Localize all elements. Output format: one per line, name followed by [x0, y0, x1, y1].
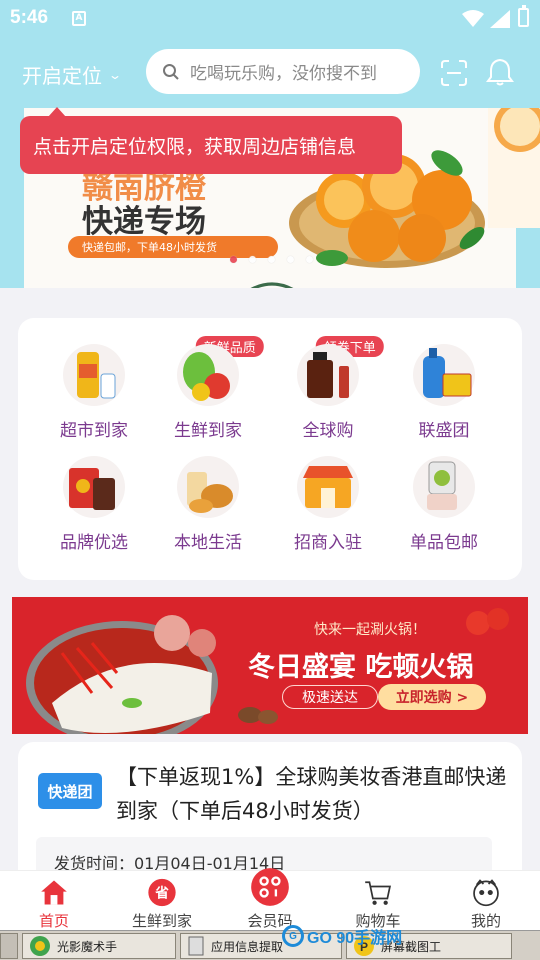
- category-lianshengtuan[interactable]: 联盛团: [394, 318, 494, 441]
- product-tag: 快递团: [38, 773, 102, 809]
- vegetables-icon: [177, 344, 239, 406]
- hotpot-image: [26, 615, 218, 734]
- category-local-life[interactable]: 本地生活: [158, 430, 258, 553]
- cosmetics-icon: [297, 344, 359, 406]
- category-label: 招商入驻: [294, 533, 362, 553]
- promo-buy-button[interactable]: 立即选购 >: [378, 684, 486, 710]
- watermark-logo-icon: G: [282, 925, 304, 947]
- category-grid: 超市到家 新鲜品质 生鲜到家 领券下单 全球购 联盛团 品牌优选 本地生活 招商…: [18, 318, 522, 580]
- app-icon: [188, 936, 204, 956]
- wifi-icon: [462, 10, 484, 27]
- battery-icon: [518, 5, 529, 27]
- category-free-shipping[interactable]: 单品包邮: [394, 430, 494, 553]
- pagination-dot[interactable]: [268, 256, 275, 263]
- site-watermark: G GO 90手游网: [282, 924, 402, 948]
- cart-icon: [365, 881, 391, 905]
- taskbar-label: 光影魔术手: [57, 939, 118, 954]
- tab-home[interactable]: 首页: [0, 871, 108, 931]
- oil-bottle-icon: [63, 344, 125, 406]
- tomato-image: [466, 608, 509, 635]
- blender-icon: [413, 456, 475, 518]
- tab-label: 生鲜到家: [131, 912, 192, 930]
- snack-bag-icon: [63, 456, 125, 518]
- promo-subtitle: 快来一起涮火锅！: [314, 622, 426, 638]
- category-label: 本地生活: [174, 533, 242, 553]
- banner-tagline: 快递包邮，下单48小时发货: [68, 236, 278, 258]
- product-title: 【下单返现1%】全球购美妆香港直邮快递到家（下单后48小时发货）: [116, 765, 507, 823]
- pagination-dot[interactable]: [249, 256, 256, 263]
- category-global[interactable]: 领券下单 全球购: [278, 318, 384, 441]
- app-icon: [30, 936, 50, 956]
- tab-profile[interactable]: 我的: [432, 871, 540, 931]
- product-card[interactable]: 快递团 【下单返现1%】全球购美妆香港直邮快递到家（下单后48小时发货） 发货时…: [18, 742, 522, 887]
- lemon-slice-image: [494, 100, 540, 152]
- category-label: 单品包邮: [410, 533, 478, 553]
- category-supermarket[interactable]: 超市到家: [44, 318, 144, 441]
- pagination-dot[interactable]: [306, 256, 313, 263]
- category-brand[interactable]: 品牌优选: [44, 430, 144, 553]
- province-icon: 省: [148, 878, 176, 907]
- taskbar-item[interactable]: 光影魔术手: [22, 933, 176, 959]
- palm-leaf-decoration: [250, 282, 294, 288]
- watermark-text: GO 90手游网: [307, 930, 403, 947]
- scan-icon[interactable]: [440, 59, 468, 87]
- svg-text:省: 省: [154, 885, 169, 902]
- search-placeholder: 吃喝玩乐购，没你搜不到: [190, 64, 377, 84]
- fried-chicken-icon: [177, 456, 239, 518]
- search-icon: [163, 63, 179, 80]
- home-icon: [41, 880, 67, 905]
- location-label: 开启定位: [22, 64, 102, 88]
- pagination-dot[interactable]: [230, 256, 237, 263]
- profile-icon: [473, 879, 499, 907]
- category-label: 品牌优选: [60, 533, 128, 553]
- signal-icon: [490, 10, 510, 28]
- chevron-down-icon: ⌄: [107, 67, 123, 82]
- detergent-icon: [413, 344, 475, 406]
- storefront-icon: [297, 456, 359, 518]
- location-selector[interactable]: 开启定位 ⌄: [22, 60, 123, 89]
- hotpot-promo-banner[interactable]: 快来一起涮火锅！ 冬日盛宴 吃顿火锅 极速送达 立即选购 >: [12, 597, 528, 734]
- search-bar[interactable]: 吃喝玩乐购，没你搜不到: [146, 49, 420, 94]
- top-header: 开启定位 ⌄ 吃喝玩乐购，没你搜不到: [0, 40, 540, 108]
- notification-icon: A: [72, 11, 86, 26]
- location-permission-tooltip[interactable]: 点击开启定位权限，获取周边店铺信息: [20, 107, 402, 174]
- bell-icon[interactable]: [485, 57, 515, 87]
- promo-delivery-pill: 极速送达: [282, 685, 378, 709]
- taskbar-start-button[interactable]: [0, 933, 18, 959]
- tab-fresh[interactable]: 省 生鲜到家: [108, 871, 216, 931]
- member-code-icon: [251, 868, 289, 906]
- status-bar: 5:46 A: [0, 0, 540, 40]
- pagination-dot[interactable]: [287, 256, 294, 263]
- banner-title-line2: 快递专场: [82, 204, 206, 240]
- category-fresh[interactable]: 新鲜品质 生鲜到家: [158, 318, 264, 441]
- status-time: 5:46: [10, 7, 49, 28]
- tab-member-code[interactable]: 会员码: [216, 868, 324, 931]
- taskbar-label: 应用信息提取: [211, 939, 284, 954]
- tab-label: 首页: [38, 912, 69, 930]
- bottom-tab-bar: 首页 省 生鲜到家 会员码 购物车 我的: [0, 868, 540, 931]
- tab-label: 我的: [470, 912, 501, 930]
- next-slide-peek: [488, 100, 540, 228]
- mushroom-image: [238, 707, 278, 724]
- banner-pagination: [230, 256, 313, 263]
- category-merchant-join[interactable]: 招商入驻: [278, 430, 378, 553]
- tab-cart[interactable]: 购物车: [324, 871, 432, 931]
- host-taskbar: 光影魔术手 应用信息提取 P 屏幕截图工: [0, 930, 540, 960]
- promo-title: 冬日盛宴 吃顿火锅: [248, 652, 474, 683]
